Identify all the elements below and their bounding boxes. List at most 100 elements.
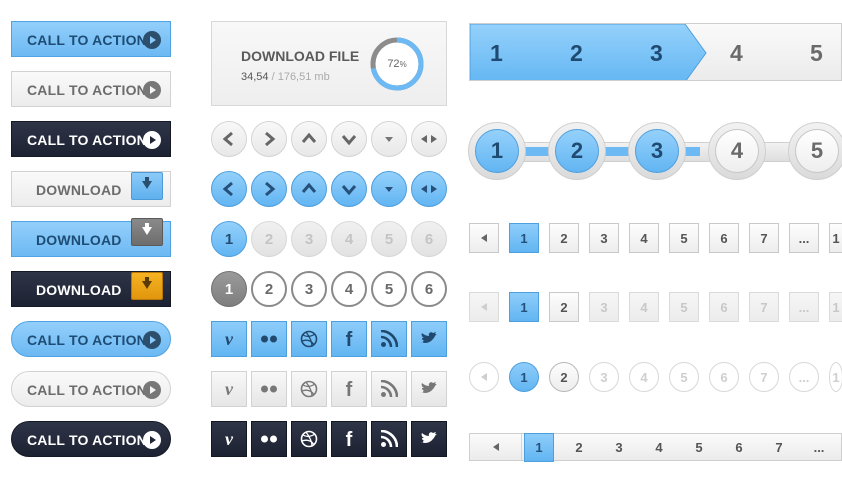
pagination-page[interactable]: 1 [509, 292, 539, 322]
facebook-button[interactable]: f [331, 371, 367, 407]
step-circle[interactable]: 2 [555, 129, 599, 173]
vimeo-button[interactable]: v [211, 321, 247, 357]
pagination-prev[interactable] [469, 362, 499, 392]
pagination-page[interactable]: 3 [589, 223, 619, 253]
arrow-down-button[interactable] [331, 121, 367, 157]
number-circle-active[interactable]: 1 [211, 221, 247, 257]
call-to-action-button-dark[interactable]: CALL TO ACTION [11, 121, 171, 157]
number-circle-outline[interactable]: 4 [331, 271, 367, 307]
arrow-down-button-blue[interactable] [331, 171, 367, 207]
left-right-button-blue[interactable] [411, 171, 447, 207]
pagination-page[interactable]: 5 [684, 433, 714, 461]
arrow-left-button-blue[interactable] [211, 171, 247, 207]
step-number[interactable]: 2 [570, 40, 583, 67]
call-to-action-button-grey[interactable]: CALL TO ACTION [11, 71, 171, 107]
step-circle[interactable]: 3 [635, 129, 679, 173]
download-button-dark[interactable]: DOWNLOAD [11, 271, 171, 307]
twitter-button[interactable] [411, 371, 447, 407]
download-button-grey[interactable]: DOWNLOAD [11, 171, 171, 207]
flickr-button[interactable] [251, 421, 287, 457]
rss-button[interactable] [371, 321, 407, 357]
flickr-button[interactable] [251, 321, 287, 357]
number-circle[interactable]: 6 [411, 221, 447, 257]
dribbble-button[interactable] [291, 421, 327, 457]
step-number[interactable]: 4 [730, 40, 743, 67]
pagination-page[interactable]: 4 [644, 433, 674, 461]
pagination-page[interactable]: 3 [589, 292, 619, 322]
call-to-action-pill-blue[interactable]: CALL TO ACTION [11, 321, 171, 357]
pagination-prev[interactable] [469, 223, 499, 253]
step-circle[interactable]: 1 [475, 129, 519, 173]
pagination-page[interactable]: 6 [709, 292, 739, 322]
pagination-page[interactable]: 6 [709, 362, 739, 392]
arrow-right-button[interactable] [251, 121, 287, 157]
pagination-page[interactable]: 2 [564, 433, 594, 461]
pagination-ellipsis[interactable]: ... [789, 223, 819, 253]
twitter-button[interactable] [411, 421, 447, 457]
pagination-prev[interactable] [469, 292, 499, 322]
dribbble-button[interactable] [291, 371, 327, 407]
number-circle-outline[interactable]: 5 [371, 271, 407, 307]
arrow-left-button[interactable] [211, 121, 247, 157]
dropdown-button[interactable] [371, 121, 407, 157]
pagination-page[interactable]: 4 [629, 292, 659, 322]
pagination-page[interactable]: 1 [829, 292, 842, 322]
pagination-page[interactable]: 1 [509, 362, 539, 392]
pagination-page[interactable]: 2 [549, 223, 579, 253]
number-circle-outline[interactable]: 2 [251, 271, 287, 307]
pagination-page[interactable]: 1 [524, 433, 554, 462]
pagination-page[interactable]: 7 [764, 433, 794, 461]
left-right-button[interactable] [411, 121, 447, 157]
pagination-page[interactable]: 1 [829, 362, 842, 392]
flickr-button[interactable] [251, 371, 287, 407]
pagination-page[interactable]: 6 [709, 223, 739, 253]
arrow-up-button[interactable] [291, 121, 327, 157]
call-to-action-pill-dark[interactable]: CALL TO ACTION [11, 421, 171, 457]
call-to-action-button-blue[interactable]: CALL TO ACTION [11, 21, 171, 57]
dribbble-button[interactable] [291, 321, 327, 357]
arrow-up-button-blue[interactable] [291, 171, 327, 207]
step-circle[interactable]: 5 [795, 129, 839, 173]
pagination-page[interactable]: 2 [549, 362, 579, 392]
number-circle[interactable]: 5 [371, 221, 407, 257]
pagination-page[interactable]: 4 [629, 223, 659, 253]
number-circle[interactable]: 4 [331, 221, 367, 257]
pagination-page[interactable]: 5 [669, 292, 699, 322]
number-circle-active[interactable]: 1 [211, 271, 247, 307]
arrow-right-button-blue[interactable] [251, 171, 287, 207]
pagination-ellipsis[interactable]: ... [804, 433, 834, 461]
pagination-page[interactable]: 1 [509, 223, 539, 253]
pagination-page[interactable]: 2 [549, 292, 579, 322]
rss-button[interactable] [371, 371, 407, 407]
pagination-page[interactable]: 1 [829, 223, 842, 253]
pagination-page[interactable]: 5 [669, 223, 699, 253]
step-circle[interactable]: 4 [715, 129, 759, 173]
dropdown-button-blue[interactable] [371, 171, 407, 207]
pagination-page[interactable]: 7 [749, 362, 779, 392]
step-number[interactable]: 3 [650, 40, 663, 67]
rss-button[interactable] [371, 421, 407, 457]
download-button-blue[interactable]: DOWNLOAD [11, 218, 171, 257]
vimeo-button[interactable]: v [211, 421, 247, 457]
number-circle[interactable]: 2 [251, 221, 287, 257]
pagination-page[interactable]: 4 [629, 362, 659, 392]
pagination-ellipsis[interactable]: ... [789, 292, 819, 322]
step-number[interactable]: 5 [810, 40, 823, 67]
pagination-page[interactable]: 7 [749, 292, 779, 322]
twitter-button[interactable] [411, 321, 447, 357]
facebook-button[interactable]: f [331, 321, 367, 357]
pagination-page[interactable]: 3 [589, 362, 619, 392]
facebook-button[interactable]: f [331, 421, 367, 457]
number-circle[interactable]: 3 [291, 221, 327, 257]
call-to-action-pill-grey[interactable]: CALL TO ACTION [11, 371, 171, 407]
pagination-page[interactable]: 7 [749, 223, 779, 253]
pagination-ellipsis[interactable]: ... [789, 362, 819, 392]
download-file-panel[interactable]: DOWNLOAD FILE 34,54 / 176,51 mb 72% [211, 21, 447, 106]
pagination-prev[interactable] [470, 434, 522, 460]
vimeo-button[interactable]: v [211, 371, 247, 407]
number-circle-outline[interactable]: 3 [291, 271, 327, 307]
pagination-page[interactable]: 6 [724, 433, 754, 461]
pagination-page[interactable]: 3 [604, 433, 634, 461]
number-circle-outline[interactable]: 6 [411, 271, 447, 307]
step-number[interactable]: 1 [490, 40, 503, 67]
